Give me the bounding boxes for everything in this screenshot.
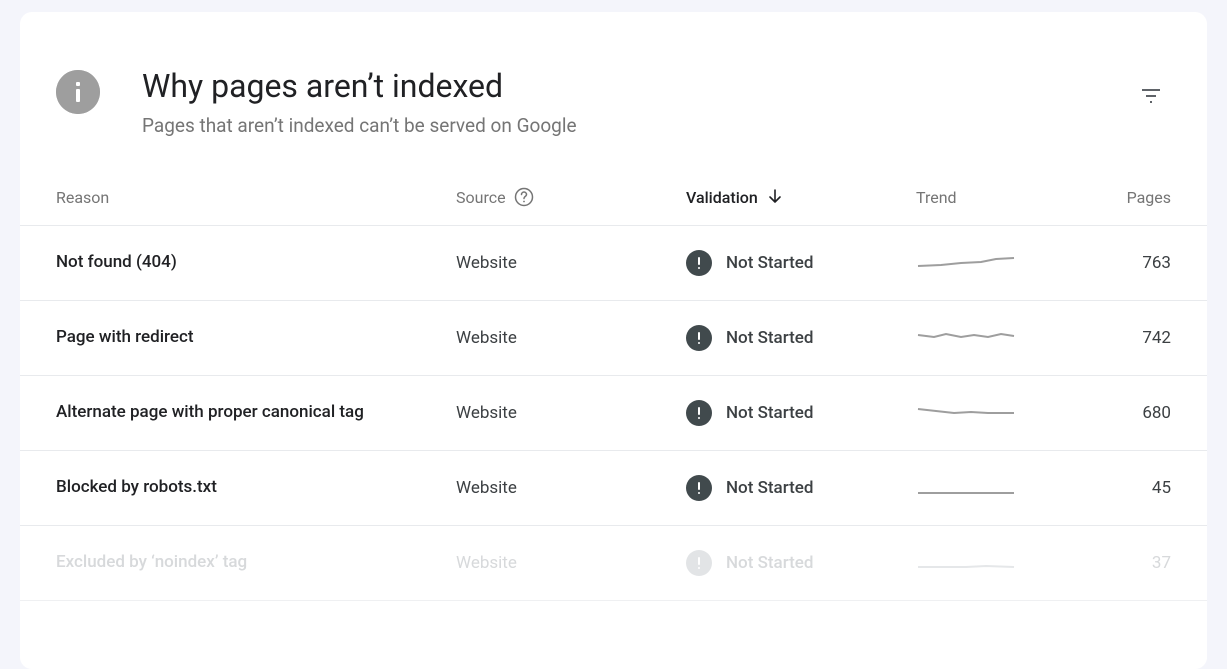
exclamation-icon <box>686 475 712 501</box>
cell-source: Website <box>456 253 686 273</box>
exclamation-icon <box>686 250 712 276</box>
cell-source: Website <box>456 328 686 348</box>
table-row[interactable]: Blocked by robots.txt Website Not Starte… <box>20 451 1207 526</box>
cell-pages: 763 <box>1076 253 1171 273</box>
filter-button[interactable] <box>1137 82 1165 110</box>
col-source[interactable]: Source <box>456 187 686 207</box>
cell-pages: 680 <box>1076 403 1171 423</box>
title-block: Why pages aren’t indexed Pages that aren… <box>142 66 1137 137</box>
table-row[interactable]: Alternate page with proper canonical tag… <box>20 376 1207 451</box>
help-icon[interactable] <box>514 187 534 207</box>
table-row[interactable]: Not found (404) Website Not Started 763 <box>20 226 1207 301</box>
exclamation-icon <box>686 325 712 351</box>
cell-pages: 45 <box>1076 478 1171 498</box>
cell-validation: Not Started <box>686 250 916 276</box>
validation-label: Not Started <box>726 553 813 573</box>
cell-validation: Not Started <box>686 325 916 351</box>
cell-validation: Not Started <box>686 475 916 501</box>
validation-label: Not Started <box>726 328 813 348</box>
cell-pages: 742 <box>1076 328 1171 348</box>
cell-reason: Not found (404) <box>56 250 456 276</box>
cell-source: Website <box>456 478 686 498</box>
card-title: Why pages aren’t indexed <box>142 66 1137 106</box>
cell-reason: Alternate page with proper canonical tag <box>56 400 456 426</box>
cell-trend <box>916 325 1076 351</box>
cell-reason: Excluded by ‘noindex’ tag <box>56 550 456 576</box>
cell-source: Website <box>456 403 686 423</box>
col-source-label: Source <box>456 188 506 207</box>
col-reason-label: Reason <box>56 188 109 207</box>
indexing-reasons-card: Why pages aren’t indexed Pages that aren… <box>20 12 1207 669</box>
col-pages[interactable]: Pages <box>1076 188 1171 207</box>
table-row[interactable]: Excluded by ‘noindex’ tag Website Not St… <box>20 526 1207 601</box>
exclamation-icon <box>686 550 712 576</box>
cell-trend <box>916 550 1076 576</box>
cell-trend <box>916 250 1076 276</box>
col-validation-label: Validation <box>686 188 758 207</box>
exclamation-icon <box>686 400 712 426</box>
cell-validation: Not Started <box>686 550 916 576</box>
validation-label: Not Started <box>726 403 813 423</box>
cell-trend <box>916 400 1076 426</box>
validation-label: Not Started <box>726 253 813 273</box>
col-pages-label: Pages <box>1127 188 1171 207</box>
cell-trend <box>916 475 1076 501</box>
cell-reason: Blocked by robots.txt <box>56 475 456 501</box>
col-trend-label: Trend <box>916 188 957 207</box>
table-header-row: Reason Source Validation Trend Pages <box>20 157 1207 226</box>
validation-label: Not Started <box>726 478 813 498</box>
info-icon <box>56 70 100 114</box>
col-trend[interactable]: Trend <box>916 188 1076 207</box>
cell-reason: Page with redirect <box>56 325 456 351</box>
col-reason[interactable]: Reason <box>56 188 456 207</box>
reasons-table: Reason Source Validation Trend Pages <box>20 157 1207 601</box>
arrow-down-icon <box>766 188 784 206</box>
card-header: Why pages aren’t indexed Pages that aren… <box>20 12 1207 157</box>
cell-source: Website <box>456 553 686 573</box>
col-validation[interactable]: Validation <box>686 188 916 207</box>
table-row[interactable]: Page with redirect Website Not Started 7… <box>20 301 1207 376</box>
cell-validation: Not Started <box>686 400 916 426</box>
cell-pages: 37 <box>1076 553 1171 573</box>
card-subtitle: Pages that aren’t indexed can’t be serve… <box>142 114 1137 137</box>
